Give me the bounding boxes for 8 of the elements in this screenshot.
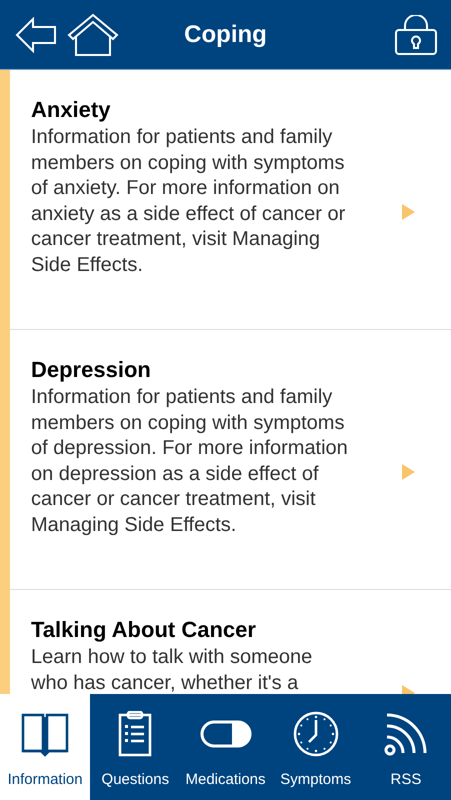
topic-description: Information for patients and family members on coping with symptoms of depression. For more information on depression as a side effect of cancer or cancer treatment, visit Managing Side Effects. bbox=[31, 385, 349, 538]
tab[interactable]: Information bbox=[0, 694, 90, 800]
topic-title[interactable]: Anxiety bbox=[31, 95, 371, 125]
topic-title[interactable]: Talking About Cancer bbox=[31, 615, 371, 645]
topic-description: Information for patients and family members on coping with symptoms of anxiety. For more information on anxiety as a side effect of cancer or cancer treatment, visit Managing Side Effects. bbox=[31, 125, 346, 278]
topic-description: Learn how to talk with someone who has cancer, whether it's a bbox=[31, 645, 314, 694]
topic-title[interactable]: Depression bbox=[31, 355, 371, 385]
page-title: Coping bbox=[184, 20, 267, 48]
